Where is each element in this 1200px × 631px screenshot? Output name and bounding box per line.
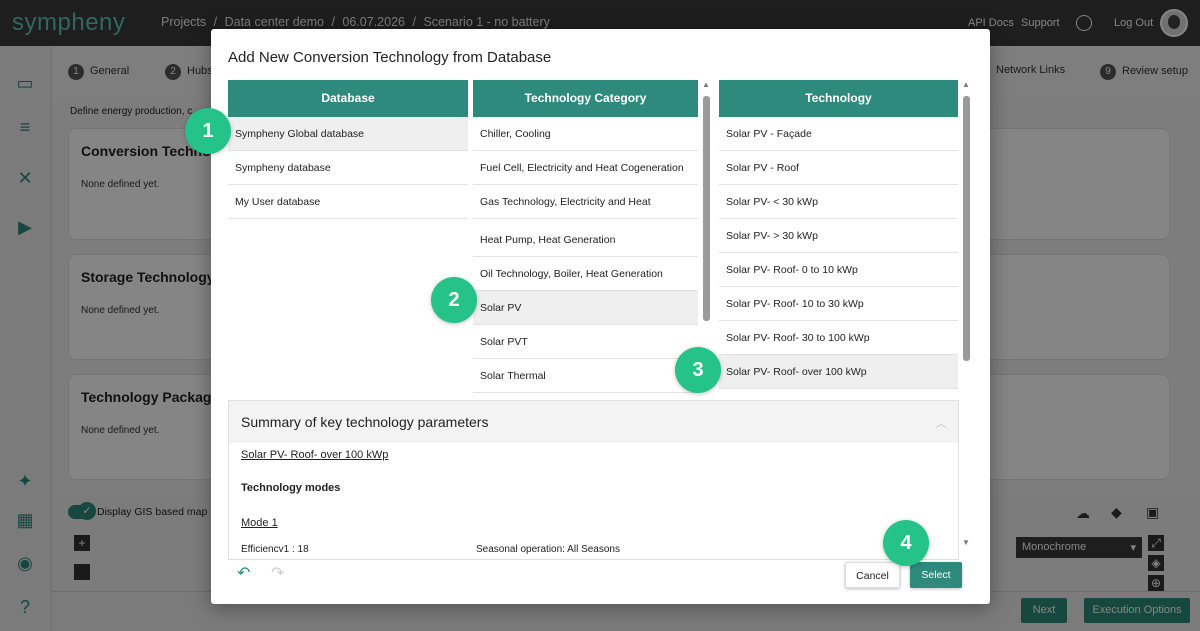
category-item[interactable]: Solar Thermal [473,359,698,393]
category-item-solar-pv[interactable]: Solar PV [473,291,698,325]
database-item-user[interactable]: My User database [228,185,468,219]
category-scroll-thumb[interactable] [703,96,710,321]
category-item[interactable]: Fuel Cell, Electricity and Heat Cogenera… [473,151,698,185]
category-item[interactable]: Chiller, Cooling [473,117,698,151]
database-column: Database Sympheny Global database Symphe… [228,80,468,219]
category-column: Technology Category Chiller, Cooling Fue… [473,80,698,393]
step-marker-1: 1 [185,108,231,154]
technology-item[interactable]: Solar PV- Roof- 10 to 30 kWp [719,287,958,321]
database-column-header: Database [228,80,468,117]
chevron-up-icon[interactable]: ︿ [936,415,946,430]
cancel-button[interactable]: Cancel [845,562,900,588]
category-item[interactable]: Gas Technology, Electricity and Heat [473,185,698,219]
technology-item-selected[interactable]: Solar PV- Roof- over 100 kWp [719,355,958,389]
technology-modes-heading: Technology modes [241,482,341,494]
summary-header[interactable]: Summary of key technology parameters [229,401,958,443]
technology-item[interactable]: Solar PV- < 30 kWp [719,185,958,219]
technology-column-header: Technology [719,80,958,117]
technology-item[interactable]: Solar PV- > 30 kWp [719,219,958,253]
technology-column: Technology Solar PV - Façade Solar PV - … [719,80,958,389]
redo-icon[interactable]: ↷ [271,563,284,583]
efficiency-value: Efficiencv1 : 18 [241,544,309,555]
category-column-header: Technology Category [473,80,698,117]
category-item[interactable]: Heat Pump, Heat Generation [473,219,698,257]
step-marker-4: 4 [883,520,929,566]
category-item[interactable]: Oil Technology, Boiler, Heat Generation [473,257,698,291]
mode-name: Mode 1 [241,517,278,529]
technology-item[interactable]: Solar PV- Roof- 0 to 10 kWp [719,253,958,287]
dialog-scrollbar[interactable]: ▲ ▼ [962,80,970,550]
select-button[interactable]: Select [910,562,962,588]
category-item[interactable]: Solar PVT [473,325,698,359]
database-item-sympheny[interactable]: Sympheny database [228,151,468,185]
dialog-scroll-thumb[interactable] [963,96,970,361]
category-scrollbar[interactable]: ▲ [702,80,710,370]
step-marker-3: 3 [675,347,721,393]
technology-item[interactable]: Solar PV- Roof- 30 to 100 kWp [719,321,958,355]
scroll-up-icon[interactable]: ▲ [702,80,710,89]
step-marker-2: 2 [431,277,477,323]
scroll-up-icon[interactable]: ▲ [962,80,970,89]
summary-technology-name: Solar PV- Roof- over 100 kWp [241,449,389,461]
dialog-title: Add New Conversion Technology from Datab… [228,49,552,66]
database-item-global[interactable]: Sympheny Global database [228,117,468,151]
technology-item[interactable]: Solar PV - Roof [719,151,958,185]
seasonal-operation-value: Seasonal operation: All Seasons [476,544,620,555]
technology-item[interactable]: Solar PV - Façade [719,117,958,151]
add-technology-dialog: Add New Conversion Technology from Datab… [211,29,990,604]
scroll-down-icon[interactable]: ▼ [962,538,970,547]
undo-icon[interactable]: ↶ [237,563,250,583]
summary-panel: Summary of key technology parameters ︿ S… [228,400,959,560]
